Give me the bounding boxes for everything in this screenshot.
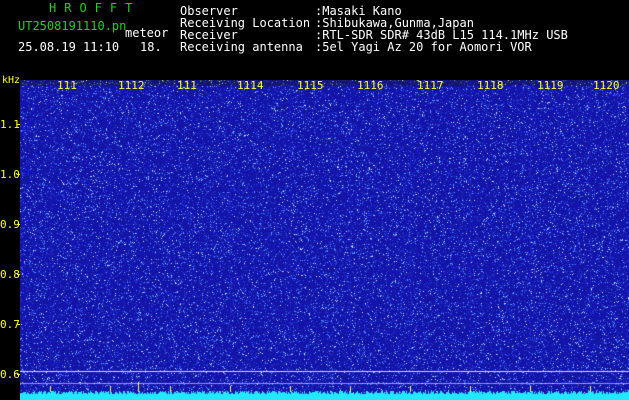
time-label: 1119 xyxy=(537,79,564,92)
time-label: 1115 xyxy=(297,79,324,92)
y-tick-mark xyxy=(17,174,20,175)
observation-datetime: 25.08.19 11:10 xyxy=(18,40,120,54)
echo-counter: 18. xyxy=(140,40,162,54)
info-label-antenna: Receiving antenna xyxy=(180,40,303,54)
app-title: HROFFT xyxy=(49,1,141,15)
y-tick-mark xyxy=(17,374,20,375)
time-label: 1120 xyxy=(593,79,620,92)
time-label: 1116 xyxy=(357,79,384,92)
spectrogram xyxy=(20,80,629,400)
time-label: 111 xyxy=(57,79,77,92)
time-label: 1112 xyxy=(118,79,145,92)
time-label: 1118 xyxy=(477,79,504,92)
time-label: 1114 xyxy=(237,79,264,92)
y-tick-mark xyxy=(17,224,20,225)
file-name: UT2508191110.pn xyxy=(18,19,127,33)
time-label: 111 xyxy=(177,79,197,92)
time-label: 1117 xyxy=(417,79,444,92)
y-tick-mark xyxy=(17,324,20,325)
info-values: :Masaki Kano :Shibukawa,Gunma,Japan :RTL… xyxy=(315,5,568,53)
y-tick-mark xyxy=(17,274,20,275)
info-labels: Observer Receiving Location Receiver Rec… xyxy=(180,5,310,53)
y-tick-mark xyxy=(17,124,20,125)
info-value-antenna: :5el Yagi Az 20 for Aomori VOR xyxy=(315,40,532,54)
y-axis-unit: kHz xyxy=(2,75,21,86)
observation-type: meteor xyxy=(125,26,169,40)
hrofft-window: HROFFT UT2508191110.pn meteor 25.08.19 1… xyxy=(0,0,629,400)
